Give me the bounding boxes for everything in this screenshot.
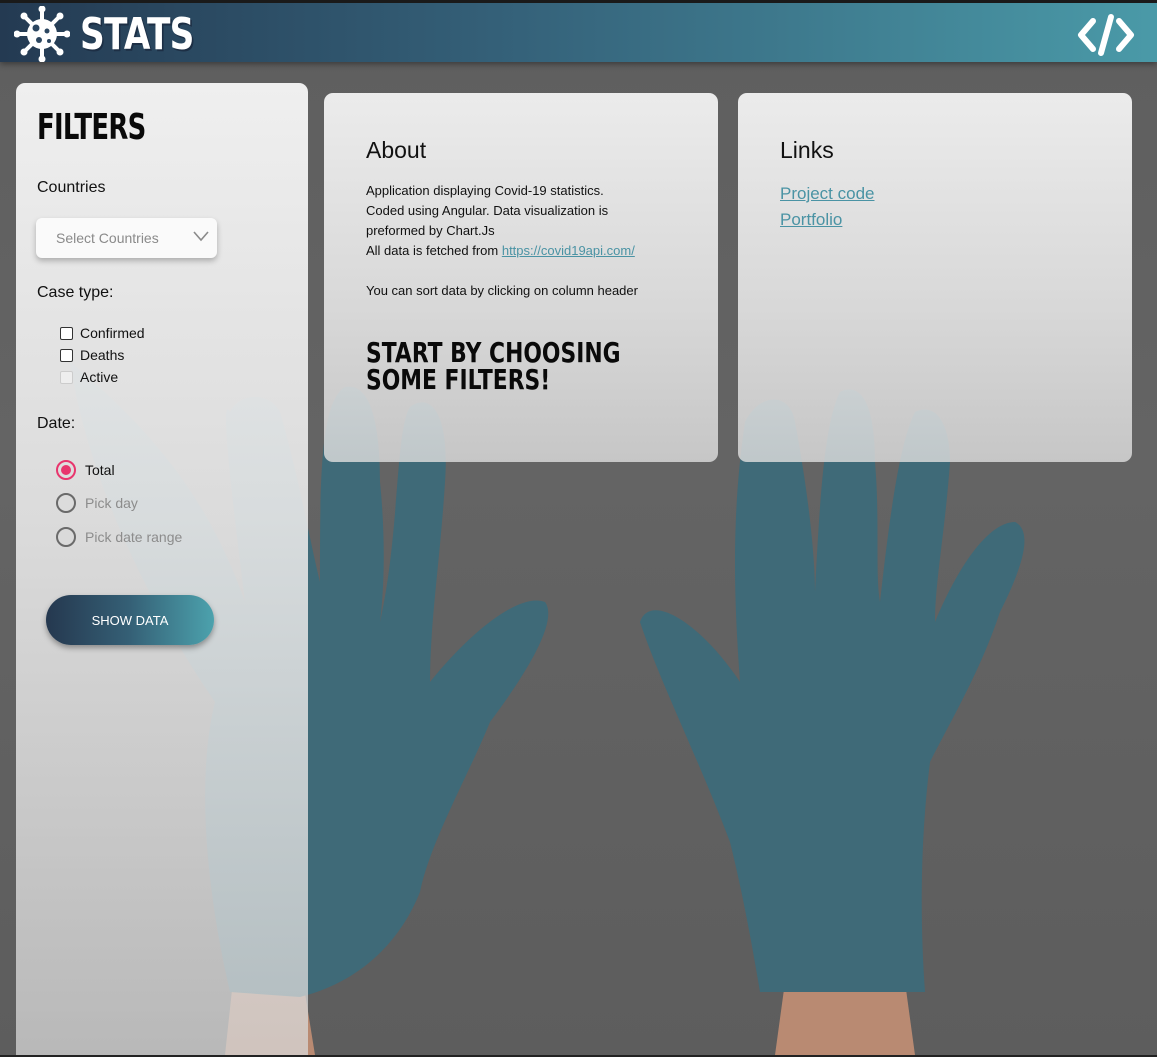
about-line-4-prefix: All data is fetched from [366,243,502,258]
virus-icon[interactable] [14,6,70,62]
deaths-checkbox[interactable] [60,348,73,362]
countries-select[interactable]: Select Countries [36,218,217,258]
app-title: STATS [80,9,194,60]
total-label: Total [85,462,115,478]
date-option-pick-range[interactable]: Pick date range [56,526,182,548]
pick-day-radio[interactable] [56,493,76,513]
code-brackets-icon[interactable] [1077,13,1135,57]
app-header: STATS [0,0,1157,62]
about-line-2: Coded using Angular. Data visualization … [366,203,609,218]
start-prompt: START BY CHOOSING SOME FILTERS! [366,336,621,396]
date-option-total[interactable]: Total [56,459,115,481]
about-description: Application displaying Covid-19 statisti… [366,181,696,301]
case-type-confirmed[interactable]: Confirmed [60,324,145,342]
case-type-active: Active [60,368,118,386]
project-code-link[interactable]: Project code [780,184,875,204]
confirmed-label: Confirmed [80,325,145,341]
links-title: Links [780,137,834,163]
case-type-label: Case type: [37,284,114,301]
about-line-3: preformed by Chart.Js [366,223,495,238]
covid19api-link[interactable]: https://covid19api.com/ [502,243,635,258]
pick-range-label: Pick date range [85,529,183,545]
show-data-button[interactable]: SHOW DATA [46,595,214,645]
about-panel: About Application displaying Covid-19 st… [324,93,718,462]
case-type-deaths[interactable]: Deaths [60,346,124,364]
active-label: Active [80,369,119,385]
filters-panel: FILTERS Countries Select Countries Case … [16,83,308,1055]
active-checkbox [60,370,73,384]
deaths-label: Deaths [80,347,125,363]
date-option-pick-day[interactable]: Pick day [56,492,138,514]
pick-day-label: Pick day [85,495,138,511]
countries-select-placeholder: Select Countries [56,230,159,246]
about-line-4: All data is fetched from https://covid19… [366,241,696,261]
about-title: About [366,137,427,163]
links-panel: Links Project code Portfolio [738,93,1132,462]
confirmed-checkbox[interactable] [60,326,73,340]
total-radio[interactable] [56,460,76,480]
about-line-5: You can sort data by clicking on column … [366,283,638,298]
about-line-1: Application displaying Covid-19 statisti… [366,183,604,198]
date-label: Date: [37,415,76,432]
filters-title: FILTERS [37,107,146,148]
countries-label: Countries [37,179,106,196]
pick-range-radio[interactable] [56,527,76,547]
portfolio-link[interactable]: Portfolio [780,210,842,230]
chevron-down-icon [193,231,209,242]
